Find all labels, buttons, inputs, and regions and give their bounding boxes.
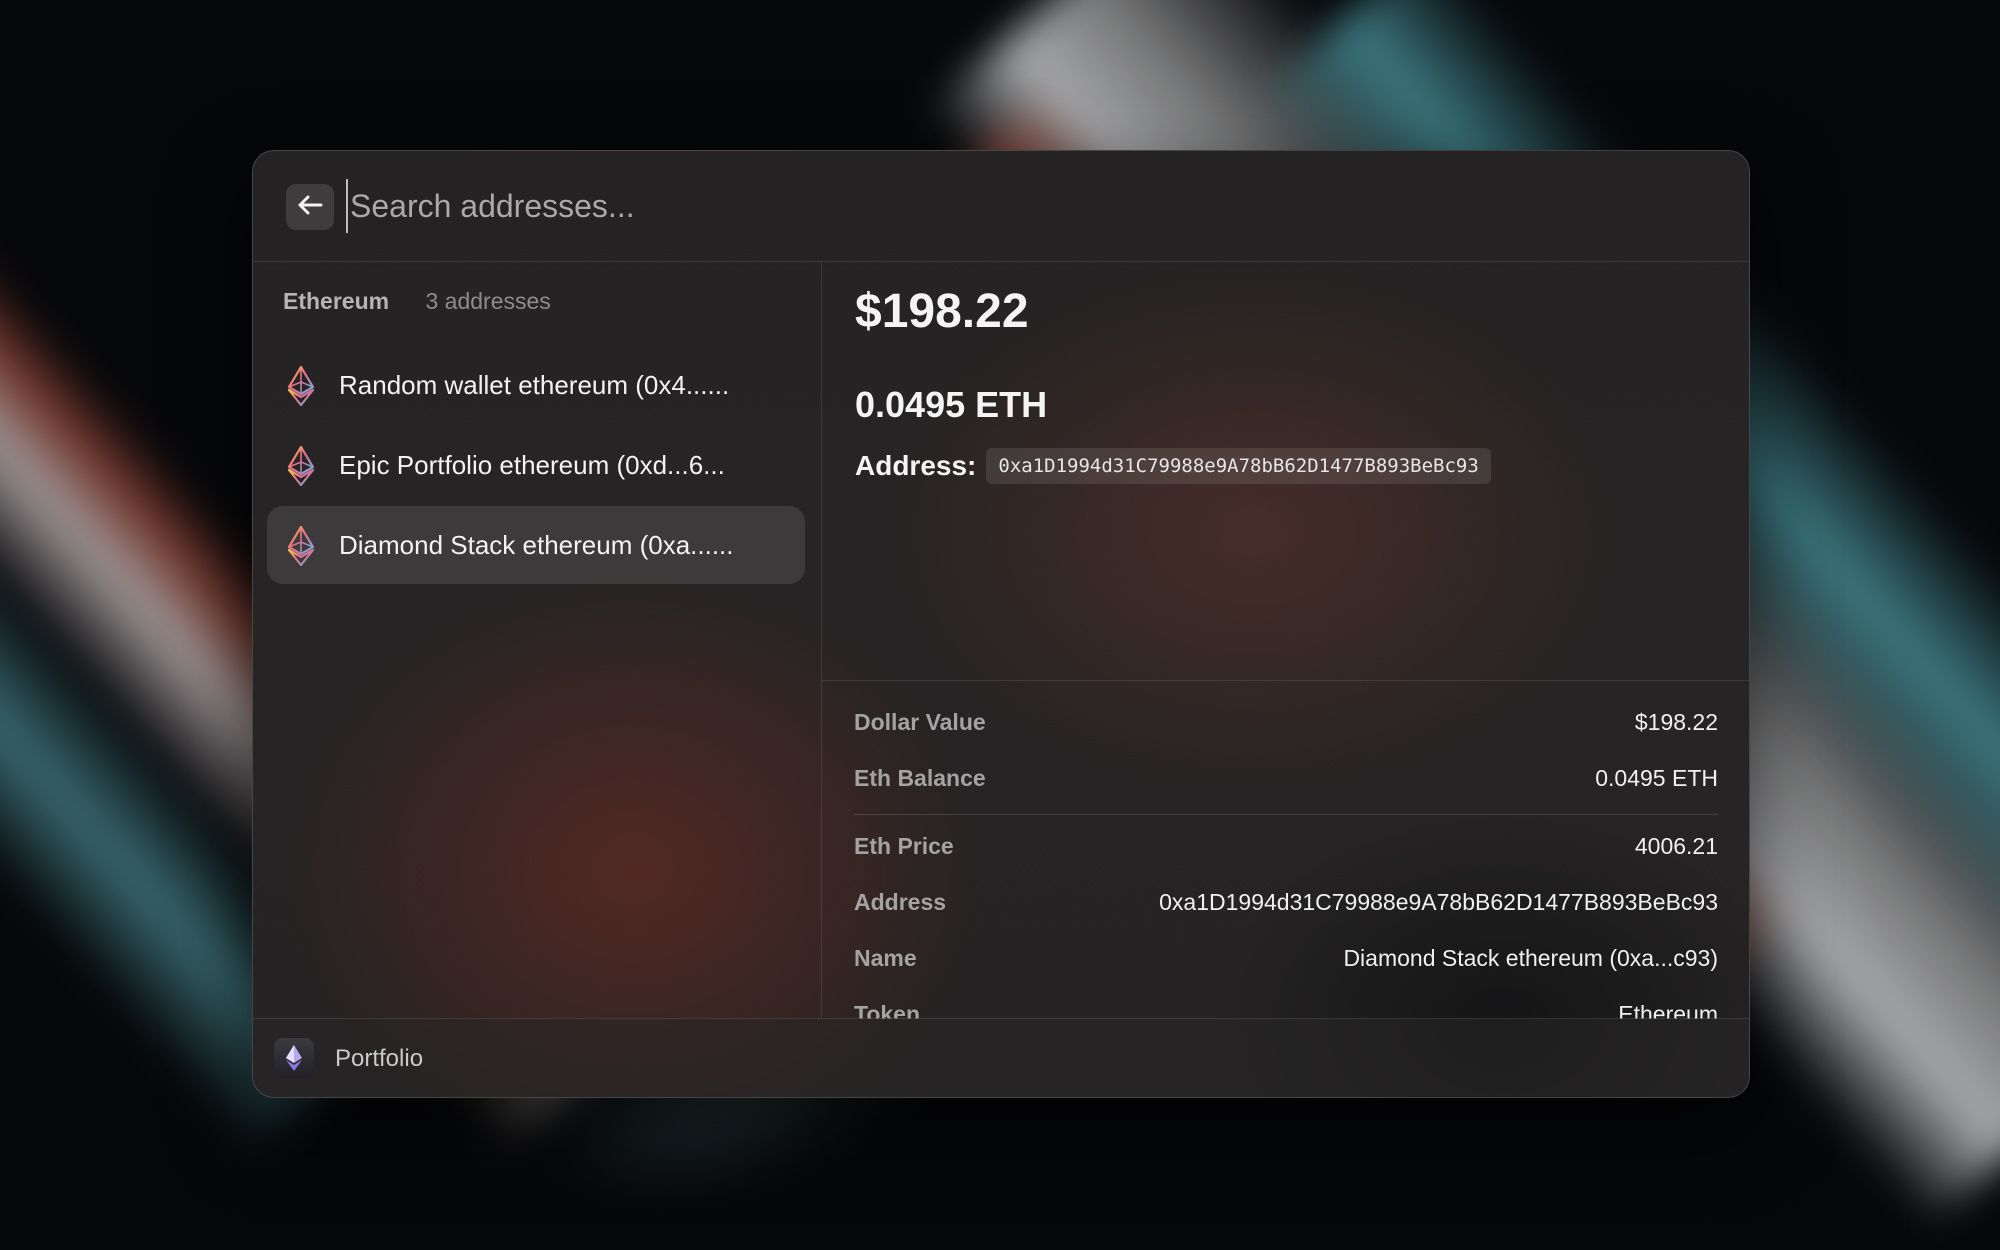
metadata-row: Dollar Value $198.22 xyxy=(854,694,1718,750)
ethereum-icon xyxy=(287,525,315,567)
list-item[interactable]: Epic Portfolio ethereum (0xd...6... xyxy=(267,426,805,504)
metadata-separator xyxy=(854,814,1718,815)
list-item[interactable]: Random wallet ethereum (0x4...... xyxy=(267,346,805,424)
eth-balance-heading: 0.0495 ETH xyxy=(855,384,1048,425)
metadata-key: Eth Balance xyxy=(854,764,986,791)
metadata-key: Eth Price xyxy=(854,832,954,859)
metadata-key: Token xyxy=(854,1000,921,1020)
metadata-panel: Dollar Value $198.22 Eth Balance 0.0495 … xyxy=(854,680,1718,1019)
metadata-key: Address xyxy=(854,888,947,915)
metadata-row: Eth Price 4006.21 xyxy=(854,818,1718,874)
address-label: Address: xyxy=(855,450,977,481)
metadata-row: Name Diamond Stack ethereum (0xa...c93) xyxy=(854,930,1718,986)
footer-command-title: Portfolio xyxy=(335,1045,424,1072)
arrow-left-icon xyxy=(297,195,323,220)
search-bar xyxy=(253,151,1749,262)
metadata-row: Address 0xa1D1994d31C79988e9A78bB62D1477… xyxy=(854,874,1718,930)
back-button[interactable] xyxy=(286,184,334,230)
metadata-value: 0.0495 ETH xyxy=(1595,764,1718,791)
search-input[interactable] xyxy=(346,179,1652,233)
dollar-value-heading: $198.22 xyxy=(855,285,1029,338)
metadata-value: $198.22 xyxy=(1634,708,1718,735)
launcher-window: Ethereum 3 addresses Random wallet ether… xyxy=(252,150,1750,1098)
metadata-row: Token Ethereum xyxy=(854,986,1718,1020)
list-item-label: Diamond Stack ethereum (0xa...... xyxy=(339,530,734,560)
metadata-value: Diamond Stack ethereum (0xa...c93) xyxy=(1343,944,1718,971)
metadata-row: Eth Balance 0.0495 ETH xyxy=(854,750,1718,806)
metadata-value: 4006.21 xyxy=(1634,832,1718,859)
detail-markdown: $198.22 0.0495 ETH Address: 0xa1D1994d31… xyxy=(822,262,1749,681)
action-footer: Portfolio xyxy=(253,1018,1749,1097)
list-item-label: Epic Portfolio ethereum (0xd...6... xyxy=(339,450,725,480)
metadata-value: 0xa1D1994d31C79988e9A78bB62D1477B893BeBc… xyxy=(1159,888,1718,915)
list-item-label: Random wallet ethereum (0x4...... xyxy=(339,370,730,400)
section-title: Ethereum xyxy=(283,288,390,314)
section-count: 3 addresses xyxy=(425,288,551,314)
ethereum-icon xyxy=(274,1038,314,1078)
list-item-selected[interactable]: Diamond Stack ethereum (0xa...... xyxy=(267,506,805,584)
metadata-key: Dollar Value xyxy=(854,708,986,735)
ethereum-icon xyxy=(287,365,315,407)
ethereum-icon xyxy=(287,445,315,487)
metadata-value: Ethereum xyxy=(1618,1000,1718,1020)
metadata-key: Name xyxy=(854,944,917,971)
detail-pane: $198.22 0.0495 ETH Address: 0xa1D1994d31… xyxy=(822,262,1749,1019)
address-line: Address: 0xa1D1994d31C79988e9A78bB62D147… xyxy=(855,448,1491,484)
section-header: Ethereum 3 addresses xyxy=(283,288,551,315)
address-code: 0xa1D1994d31C79988e9A78bB62D1477B893BeBc… xyxy=(986,448,1491,484)
address-list-pane: Ethereum 3 addresses Random wallet ether… xyxy=(253,262,822,1019)
